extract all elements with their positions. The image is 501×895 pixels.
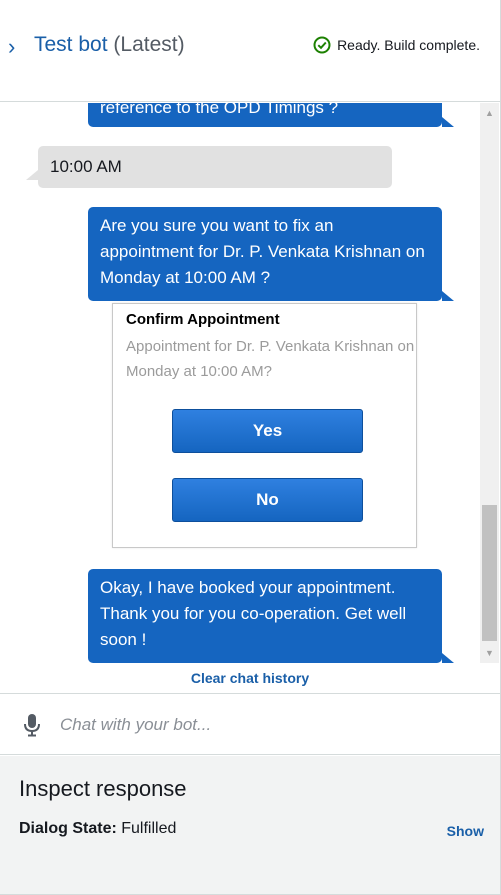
panel-header: › Test bot (Latest) Ready. Build complet…: [0, 0, 500, 102]
bot-title: Test bot (Latest): [34, 32, 185, 58]
collapse-chevron-icon[interactable]: ›: [8, 36, 22, 58]
clear-chat-history-link[interactable]: Clear chat history: [0, 670, 500, 686]
yes-button[interactable]: Yes: [172, 409, 363, 453]
response-card: Confirm Appointment Appointment for Dr. …: [112, 303, 417, 548]
build-status: Ready. Build complete.: [313, 36, 480, 54]
scrollbar-thumb[interactable]: [482, 505, 497, 641]
dialog-state-value: Fulfilled: [121, 820, 177, 837]
bot-message: reference to the OPD Timings ?: [88, 103, 454, 127]
chat-scrollbar[interactable]: ▲ ▼: [480, 103, 499, 663]
bot-message: Are you sure you want to fix an appointm…: [88, 207, 454, 301]
no-button[interactable]: No: [172, 478, 363, 522]
bot-message: Okay, I have booked your appointment. Th…: [88, 569, 454, 663]
dialog-state: Dialog State: Fulfilled: [19, 820, 176, 838]
bot-name: Test bot: [34, 33, 108, 56]
card-subtitle: Appointment for Dr. P. Venkata Krishnan …: [126, 338, 415, 380]
bot-version: (Latest): [113, 33, 185, 56]
inspect-response-title: Inspect response: [19, 776, 187, 801]
user-message: 10:00 AM: [26, 146, 392, 188]
chat-history: reference to the OPD Timings ? 10:00 AM …: [0, 103, 480, 663]
scroll-down-arrow-icon[interactable]: ▼: [480, 647, 499, 659]
inspect-response-panel: Inspect response Dialog State: Fulfilled…: [0, 756, 500, 894]
test-bot-panel: › Test bot (Latest) Ready. Build complet…: [0, 0, 501, 895]
scroll-up-arrow-icon[interactable]: ▲: [480, 107, 499, 119]
chat-input-row: [0, 693, 500, 755]
check-circle-icon: [313, 36, 331, 54]
microphone-icon[interactable]: [22, 713, 42, 737]
status-text: Ready. Build complete.: [337, 37, 480, 53]
show-link[interactable]: Show: [447, 823, 484, 839]
chat-input[interactable]: [60, 710, 480, 740]
dialog-state-label: Dialog State:: [19, 820, 117, 837]
card-title: Confirm Appointment: [126, 311, 280, 328]
